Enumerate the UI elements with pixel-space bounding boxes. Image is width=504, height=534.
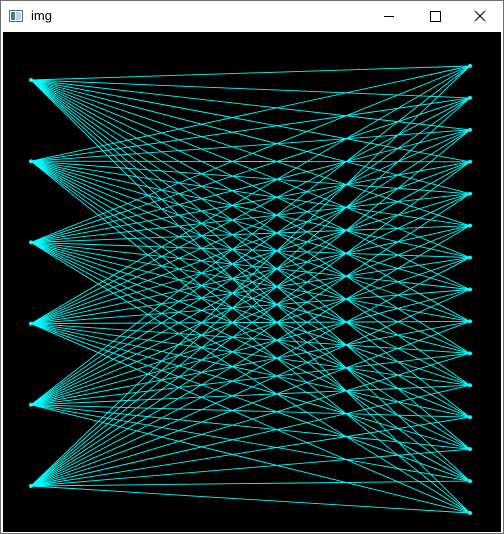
right-node [468, 255, 472, 260]
left-node [29, 402, 33, 407]
edge-line [30, 79, 471, 290]
right-node [468, 159, 472, 164]
left-node [29, 78, 33, 82]
edge-line [30, 323, 471, 354]
edge-line [30, 448, 471, 487]
edge-line [30, 161, 471, 243]
app-window: img [0, 0, 504, 534]
edge-line [30, 79, 471, 99]
edge-line [30, 97, 471, 243]
image-window-icon [9, 9, 23, 23]
edge-line [30, 160, 471, 354]
right-node [468, 415, 472, 420]
right-node [468, 383, 472, 388]
edge-line [30, 241, 471, 290]
edge-line [30, 384, 471, 487]
right-node [468, 319, 472, 324]
right-node [468, 223, 472, 228]
edge-line [30, 480, 471, 487]
right-node [468, 191, 472, 196]
right-node [468, 64, 472, 68]
edge-line [30, 65, 471, 487]
right-node [468, 351, 472, 356]
edge-line [30, 242, 471, 482]
line-graph [3, 32, 501, 532]
maximize-icon [430, 11, 441, 22]
left-node [29, 484, 33, 488]
image-canvas [3, 32, 501, 532]
edge-line [30, 160, 471, 163]
edge-line [30, 79, 471, 514]
maximize-button[interactable] [412, 1, 458, 31]
edge-line [30, 160, 471, 195]
right-node [468, 447, 472, 452]
right-node [468, 479, 472, 484]
title-bar[interactable]: img [1, 1, 503, 31]
close-button[interactable] [457, 1, 503, 31]
edge-line [30, 323, 471, 450]
edge-line [30, 65, 471, 81]
minimize-button[interactable] [366, 1, 412, 31]
edge-line [30, 79, 471, 418]
left-node [29, 321, 33, 326]
edge-line [30, 485, 471, 514]
edge-line [30, 257, 471, 406]
right-node [468, 95, 472, 100]
edge-line [30, 79, 471, 195]
right-node [468, 511, 472, 515]
edge-line [30, 241, 471, 259]
edge-line [30, 160, 471, 450]
left-node [29, 240, 33, 245]
left-node [29, 159, 33, 164]
minimize-icon [384, 16, 394, 17]
edge-line [30, 79, 471, 258]
right-node [468, 287, 472, 292]
edge-line [30, 79, 471, 227]
edge-line [30, 320, 471, 325]
edge-lines [30, 65, 471, 514]
window-title: img [31, 8, 52, 23]
right-node [468, 127, 472, 132]
edge-line [30, 241, 471, 322]
edge-line [30, 97, 471, 406]
close-icon [474, 10, 486, 22]
edge-line [30, 241, 471, 418]
